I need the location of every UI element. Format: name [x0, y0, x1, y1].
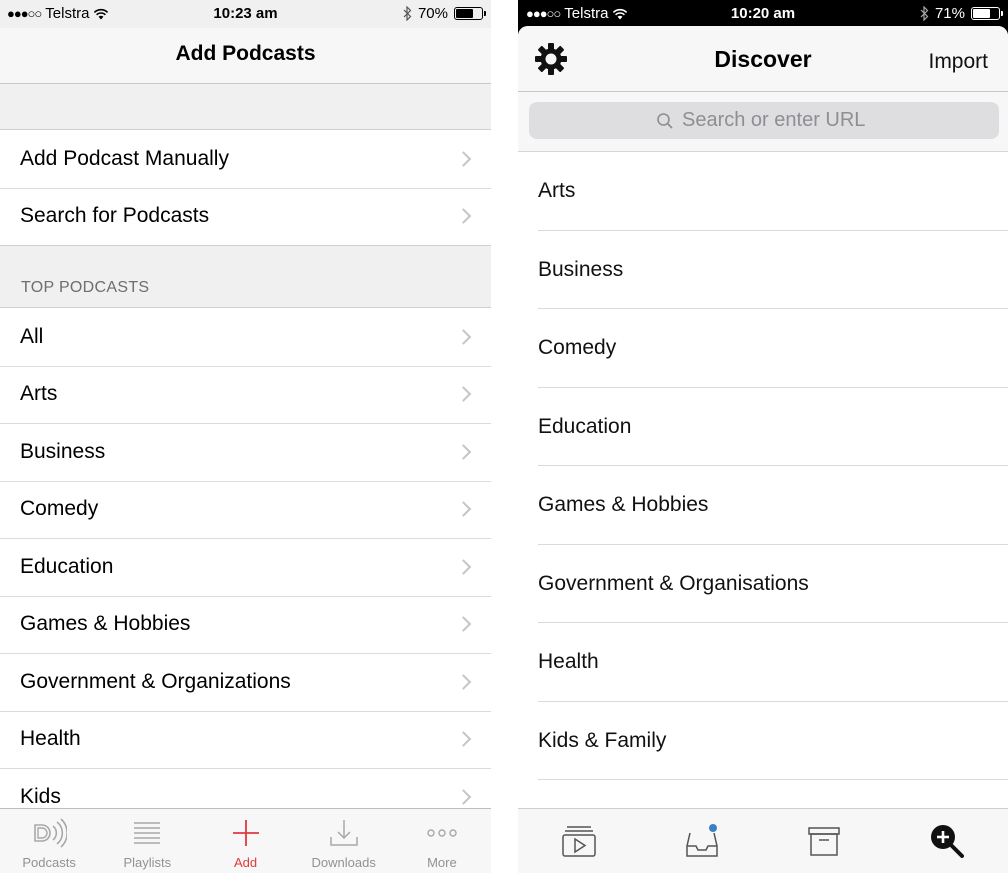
row-label: Education — [20, 554, 114, 578]
chevron-right-icon — [455, 443, 472, 460]
section-header: TOP PODCASTS — [21, 279, 150, 296]
row-label: Comedy — [538, 336, 617, 360]
discover-button[interactable] — [886, 809, 1008, 873]
search-for-podcasts-row[interactable]: Search for Podcasts — [0, 187, 491, 246]
bluetooth-icon — [403, 6, 412, 21]
inbox-icon — [686, 824, 718, 857]
row-label: Search for Podcasts — [20, 204, 210, 228]
add-actions-list: Add Podcast Manually Search for Podcasts — [0, 129, 491, 246]
battery-percent: 70% — [417, 5, 448, 22]
chevron-right-icon — [455, 673, 472, 690]
now-playing-icon — [562, 826, 596, 857]
archive-icon — [808, 827, 840, 856]
tab-podcasts[interactable]: Podcasts — [0, 809, 98, 873]
tab-bar: Podcasts Playlists Add Downloads More — [0, 808, 491, 873]
playlists-icon — [134, 822, 161, 844]
tab-label: Playlists — [123, 855, 172, 870]
category-row-health[interactable]: Health — [518, 623, 1008, 702]
unread-badge — [708, 824, 717, 832]
category-row-arts[interactable]: Arts — [518, 152, 1008, 231]
row-label: Games & Hobbies — [20, 612, 191, 636]
now-playing-button[interactable] — [518, 809, 641, 873]
chevron-right-icon — [455, 328, 472, 345]
category-row-health[interactable]: Health — [0, 710, 491, 769]
inbox-button[interactable] — [641, 809, 764, 873]
battery-icon — [454, 7, 486, 20]
chevron-right-icon — [455, 150, 472, 167]
row-label: Kids & Family — [538, 728, 667, 752]
row-label: Education — [538, 414, 632, 438]
row-label: Government & Organisations — [538, 571, 809, 595]
downloads-icon — [329, 820, 358, 846]
chevron-right-icon — [455, 208, 472, 225]
top-podcasts-list: All Arts Business Comedy Education Games… — [0, 307, 491, 826]
tab-more[interactable]: More — [393, 809, 491, 873]
category-row-government[interactable]: Government & Organisations — [518, 545, 1008, 624]
category-row-kids-family[interactable]: Kids & Family — [518, 702, 1008, 781]
chevron-right-icon — [455, 386, 472, 403]
discover-zoom-icon — [930, 825, 964, 858]
more-icon — [427, 829, 457, 837]
nav-bar: Discover Import — [518, 26, 1008, 92]
archive-button[interactable] — [763, 809, 886, 873]
row-label: Comedy — [20, 497, 99, 521]
search-input[interactable] — [682, 109, 872, 132]
chevron-right-icon — [455, 731, 472, 748]
row-label: Games & Hobbies — [538, 493, 709, 517]
row-label: Government & Organizations — [20, 669, 291, 693]
podcasts-icon — [34, 818, 68, 848]
import-button[interactable]: Import — [928, 50, 988, 74]
status-right: 71% — [920, 5, 1003, 22]
category-row-games-hobbies[interactable]: Games & Hobbies — [518, 466, 1008, 545]
category-row-comedy[interactable]: Comedy — [518, 309, 1008, 388]
category-row-games-hobbies[interactable]: Games & Hobbies — [0, 595, 491, 654]
tab-label: Podcasts — [22, 855, 76, 870]
add-podcasts-screen: ●●●○○ Telstra 10:23 am 70% Add Podcasts … — [0, 0, 491, 873]
row-label: Health — [538, 650, 599, 674]
tab-label: Add — [233, 855, 258, 870]
chevron-right-icon — [455, 788, 472, 805]
search-bar — [518, 92, 1008, 152]
tab-playlists[interactable]: Playlists — [98, 809, 196, 873]
row-label: Business — [538, 257, 624, 281]
tab-downloads[interactable]: Downloads — [295, 809, 393, 873]
bottom-toolbar — [518, 808, 1008, 873]
status-right: 70% — [403, 5, 486, 22]
chevron-right-icon — [455, 616, 472, 633]
category-row-comedy[interactable]: Comedy — [0, 480, 491, 539]
chevron-right-icon — [455, 501, 472, 518]
row-label: Arts — [538, 179, 576, 203]
discover-sheet: Discover Import Arts Business Comedy Edu… — [518, 26, 1008, 873]
status-bar: ●●●○○ Telstra 10:20 am 71% — [518, 0, 1008, 28]
page-title: Add Podcasts — [175, 42, 316, 65]
chevron-right-icon — [455, 558, 472, 575]
row-label: Add Podcast Manually — [20, 146, 229, 170]
nav-bar: Add Podcasts — [0, 28, 491, 84]
row-label: All — [20, 324, 44, 348]
status-bar: ●●●○○ Telstra 10:23 am 70% — [0, 0, 491, 28]
row-label: Health — [20, 727, 81, 751]
category-row-business[interactable]: Business — [518, 231, 1008, 310]
bluetooth-icon — [920, 6, 929, 21]
battery-percent: 71% — [934, 5, 965, 22]
plus-icon — [232, 820, 259, 846]
category-row-arts[interactable]: Arts — [0, 365, 491, 424]
category-row-education[interactable]: Education — [518, 388, 1008, 467]
search-field[interactable] — [529, 102, 999, 139]
add-podcast-manually-row[interactable]: Add Podcast Manually — [0, 130, 491, 188]
category-list: Arts Business Comedy Education Games & H… — [518, 152, 1008, 780]
category-row-business[interactable]: Business — [0, 423, 491, 481]
row-label: Business — [20, 439, 106, 463]
battery-icon — [971, 7, 1003, 20]
tab-label: More — [427, 855, 457, 870]
category-row-government[interactable]: Government & Organizations — [0, 653, 491, 711]
tab-label: Downloads — [311, 855, 376, 870]
category-row-education[interactable]: Education — [0, 538, 491, 596]
category-row-all[interactable]: All — [0, 308, 491, 366]
discover-screen: ●●●○○ Telstra 10:20 am 71% Discover Impo… — [518, 0, 1008, 873]
row-label: Kids — [20, 784, 61, 808]
tab-add[interactable]: Add — [196, 809, 294, 873]
row-label: Arts — [20, 382, 58, 406]
search-icon — [657, 112, 673, 129]
